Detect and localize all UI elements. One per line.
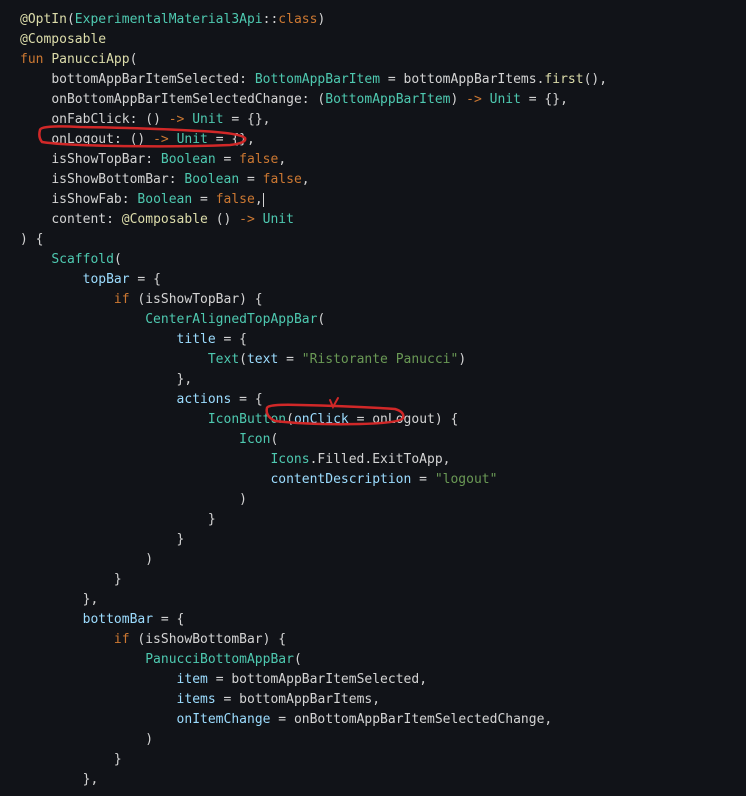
param: content — [51, 212, 106, 227]
param: onBottomAppBarItemSelectedChange — [51, 92, 301, 107]
code-editor[interactable]: @OptIn(ExperimentalMaterial3Api::class) … — [20, 10, 726, 790]
annotation: @OptIn — [20, 12, 67, 27]
param: isShowFab — [51, 192, 121, 207]
scaffold-call: Scaffold — [51, 252, 114, 267]
onlogout-ref: onLogout — [372, 412, 435, 427]
onclick-arg: onClick — [294, 412, 349, 427]
param: isShowBottomBar — [51, 172, 168, 187]
function-name: PanucciApp — [51, 52, 129, 67]
param-onlogout: onLogout — [51, 132, 114, 147]
param: isShowTopBar — [51, 152, 145, 167]
annotation: @Composable — [20, 32, 106, 47]
keyword-fun: fun — [20, 52, 43, 67]
param: bottomAppBarItemSelected — [51, 72, 239, 87]
text-cursor — [263, 193, 264, 207]
param: onFabClick — [51, 112, 129, 127]
